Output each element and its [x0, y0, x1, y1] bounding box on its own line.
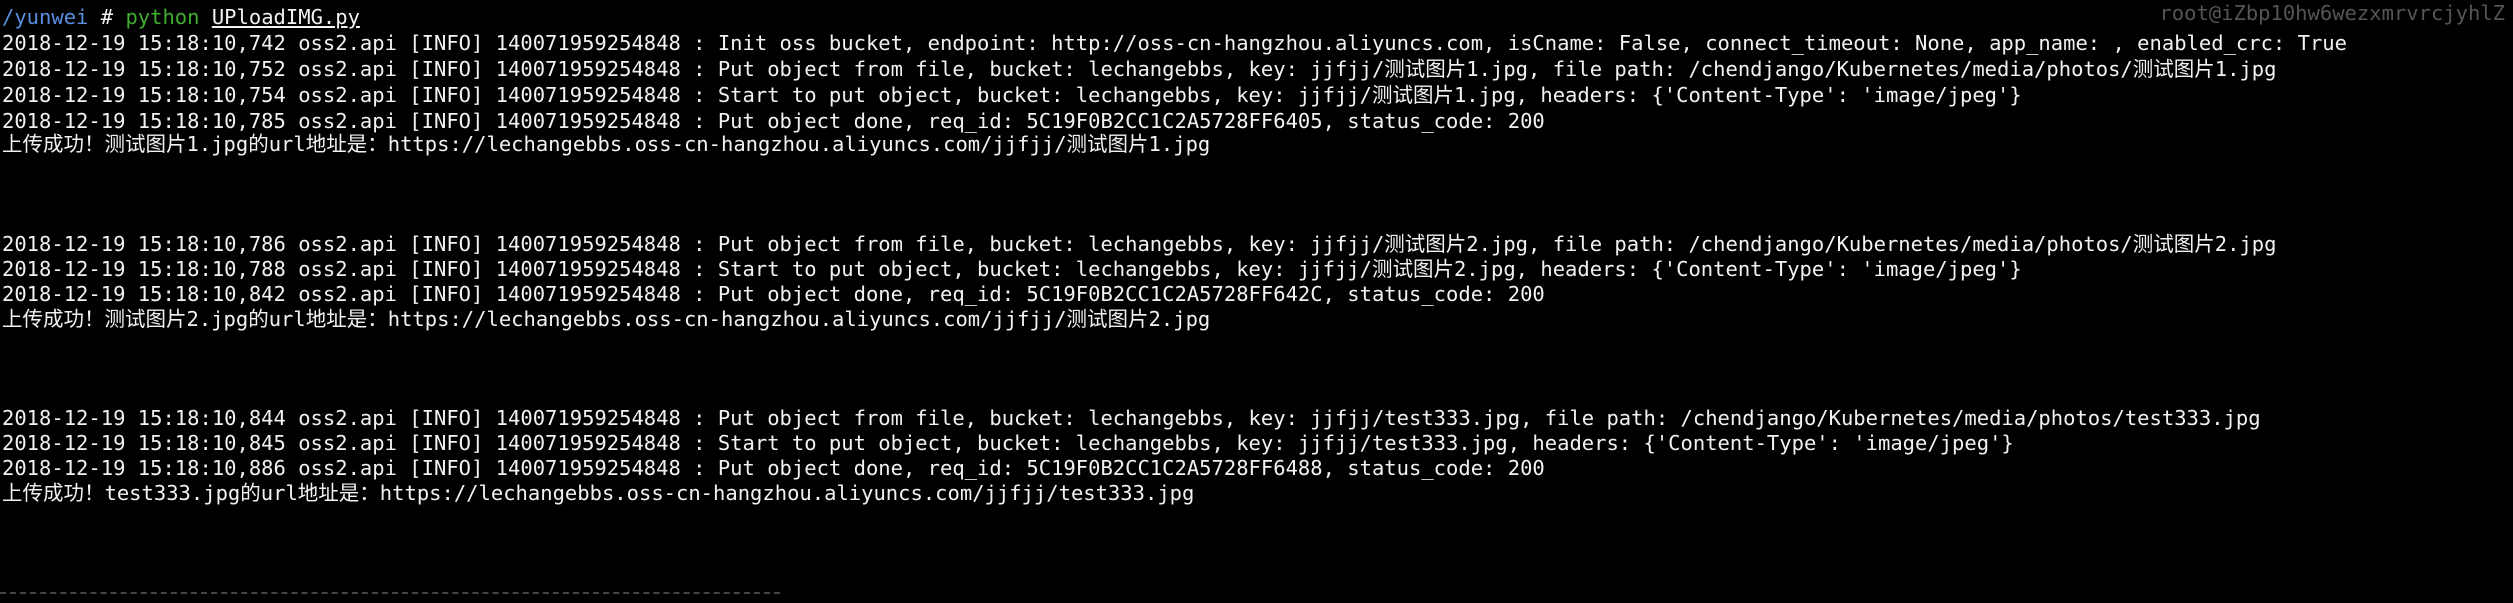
upload-success-line: 上传成功！测试图片2.jpg的url地址是：https://lechangebb… — [2, 307, 1211, 331]
prompt-path: /yunwei — [2, 5, 89, 29]
bottom-divider — [0, 592, 780, 594]
window-title: root@iZbp10hw6wezxmrvrcjyhlZ — [2159, 1, 2505, 25]
log-line: 2018-12-19 15:18:10,786 oss2.api [INFO] … — [2, 232, 2277, 256]
upload-success-line: 上传成功！测试图片1.jpg的url地址是：https://lechangebb… — [2, 132, 1211, 156]
log-line: 2018-12-19 15:18:10,842 oss2.api [INFO] … — [2, 282, 1545, 306]
log-line: 2018-12-19 15:18:10,742 oss2.api [INFO] … — [2, 31, 2347, 55]
log-line: 2018-12-19 15:18:10,886 oss2.api [INFO] … — [2, 456, 1545, 480]
log-line: 2018-12-19 15:18:10,752 oss2.api [INFO] … — [2, 57, 2277, 81]
upload-success-line: 上传成功！test333.jpg的url地址是：https://lechange… — [2, 481, 1195, 505]
log-line: 2018-12-19 15:18:10,788 oss2.api [INFO] … — [2, 257, 2022, 281]
log-line: 2018-12-19 15:18:10,845 oss2.api [INFO] … — [2, 431, 2014, 455]
log-line: 2018-12-19 15:18:10,754 oss2.api [INFO] … — [2, 83, 2022, 107]
command-name: python — [125, 5, 200, 29]
prompt-line: /yunwei # python UPloadIMG.py — [2, 4, 360, 30]
command-argument: UPloadIMG.py — [211, 5, 360, 29]
terminal-window[interactable]: /yunwei # python UPloadIMG.py root@iZbp1… — [0, 0, 2513, 603]
prompt-symbol: # — [100, 5, 114, 29]
log-line: 2018-12-19 15:18:10,844 oss2.api [INFO] … — [2, 406, 2261, 430]
